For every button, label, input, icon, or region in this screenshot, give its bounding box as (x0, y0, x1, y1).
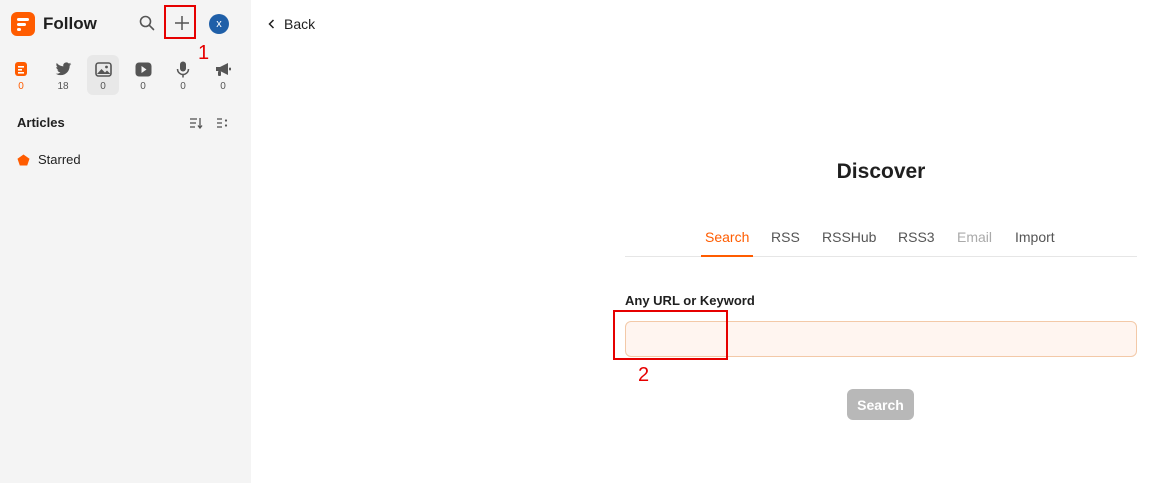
megaphone-icon (214, 60, 232, 78)
search-submit-button[interactable]: Search (847, 389, 914, 420)
section-title: Articles (17, 115, 65, 130)
microphone-icon (174, 60, 192, 78)
view-videos[interactable]: 0 (127, 55, 159, 95)
video-icon (134, 60, 152, 78)
back-label: Back (284, 16, 316, 32)
tab-rss[interactable]: RSS (771, 229, 800, 255)
view-count: 0 (140, 81, 146, 92)
avatar[interactable]: x (209, 14, 229, 34)
tab-rss3[interactable]: RSS3 (898, 229, 935, 255)
sort-icon (190, 118, 203, 129)
keyword-field-label: Any URL or Keyword (625, 293, 755, 308)
list-options-icon (216, 118, 227, 128)
page-title: Discover (836, 160, 926, 183)
view-count: 0 (220, 81, 226, 92)
avatar-initial: x (216, 18, 222, 30)
discover-tabs: Search RSS RSSHub RSS3 Email Import (625, 218, 1137, 257)
annotation-number-1: 1 (198, 42, 210, 64)
brand: Follow (11, 12, 97, 36)
tab-email[interactable]: Email (957, 229, 992, 255)
sidebar-item-starred[interactable]: Starred (17, 152, 81, 167)
view-social[interactable]: 18 (47, 55, 79, 95)
chevron-left-icon (268, 19, 275, 29)
view-articles[interactable]: 0 (5, 55, 37, 95)
twitter-icon (54, 60, 72, 78)
brand-name: Follow (43, 14, 97, 33)
search-icon (139, 15, 155, 31)
article-icon (12, 60, 30, 78)
tab-import[interactable]: Import (1015, 229, 1055, 255)
sidebar: Follow x 0 18 0 0 0 0 Articles Starred (0, 0, 251, 483)
annotation-number-2: 2 (638, 364, 650, 386)
view-count: 18 (57, 81, 69, 92)
view-count: 0 (18, 81, 24, 92)
view-pictures[interactable]: 0 (87, 55, 119, 95)
view-count: 0 (100, 81, 106, 92)
view-notifications[interactable]: 0 (207, 55, 239, 95)
tab-rsshub[interactable]: RSSHub (822, 229, 876, 255)
follow-logo-icon (11, 12, 35, 36)
view-audio[interactable]: 0 (167, 55, 199, 95)
sidebar-item-label: Starred (38, 152, 81, 167)
annotation-box-1 (164, 5, 196, 39)
picture-icon (94, 60, 112, 78)
back-button[interactable]: Back (268, 16, 315, 32)
list-options-button[interactable] (214, 115, 230, 131)
tab-search[interactable]: Search (701, 229, 754, 257)
starred-icon (17, 154, 30, 165)
annotation-box-2 (613, 310, 728, 360)
search-button[interactable] (136, 12, 158, 34)
view-count: 0 (180, 81, 186, 92)
sort-button[interactable] (188, 115, 204, 131)
